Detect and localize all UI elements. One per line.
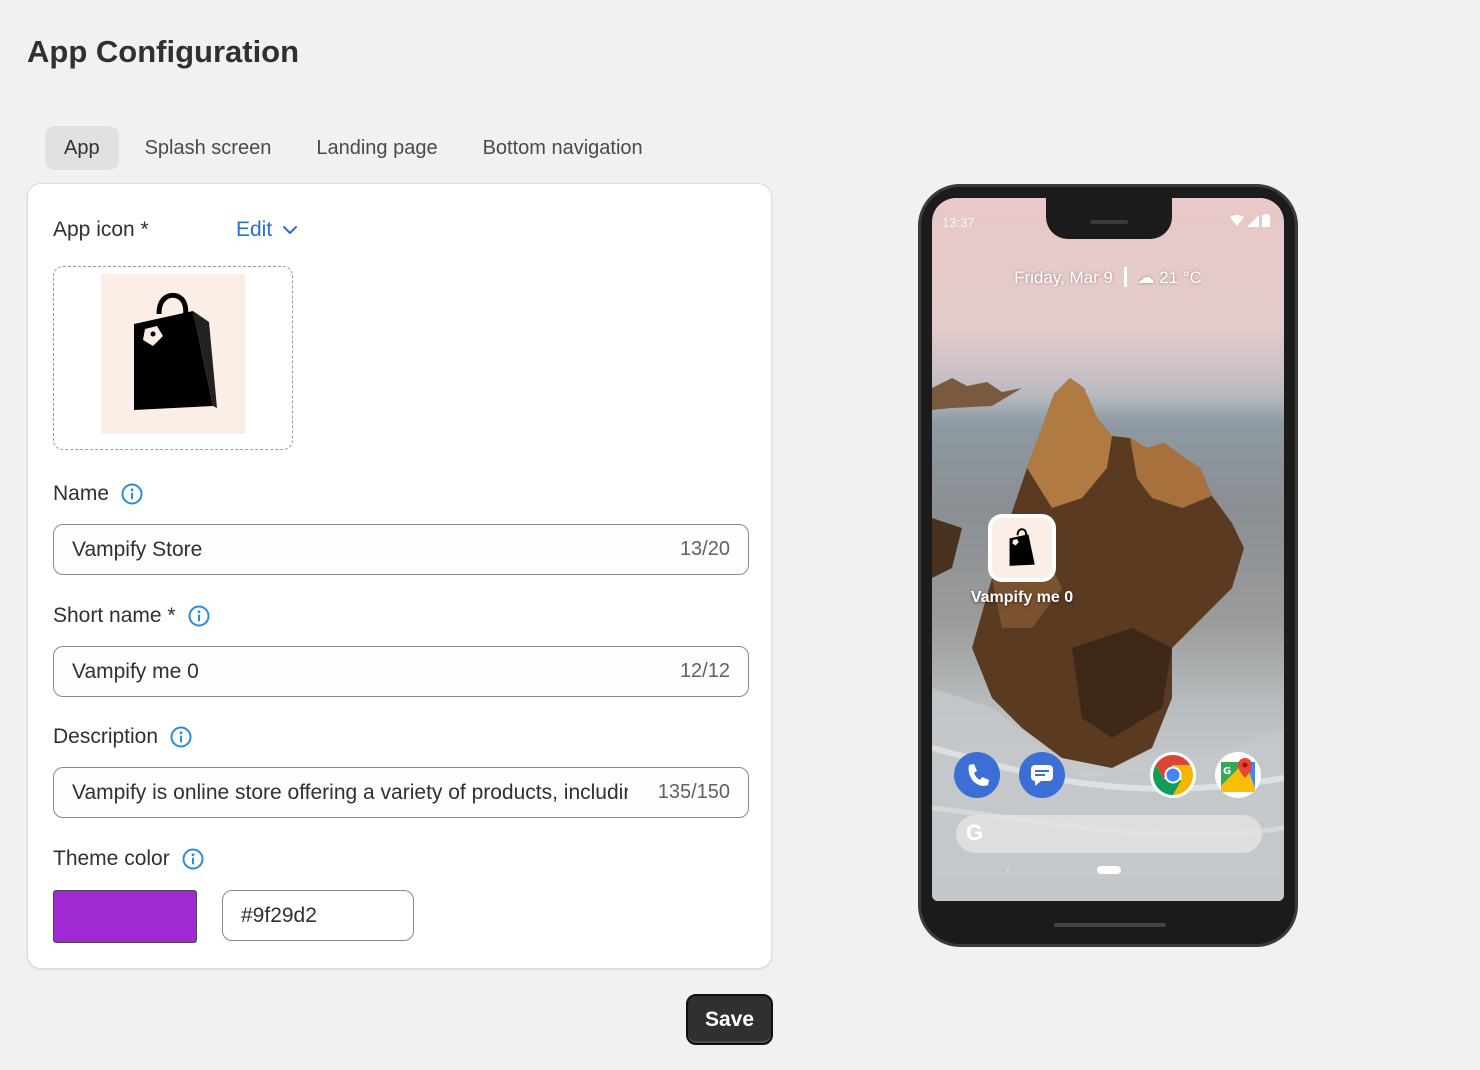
phone-icon[interactable] — [954, 752, 1000, 798]
theme-color-label-text: Theme color — [53, 847, 170, 870]
app-icon-dropzone[interactable] — [53, 266, 293, 450]
name-input[interactable] — [72, 525, 652, 574]
name-field[interactable]: 13/20 — [53, 524, 749, 575]
short-name-counter: 12/12 — [679, 660, 730, 682]
theme-color-swatch[interactable] — [53, 890, 197, 943]
phone-speaker — [1090, 220, 1128, 224]
temperature-text: 21 °C — [1159, 268, 1202, 287]
status-time: 13:37 — [942, 215, 975, 230]
description-counter: 135/150 — [657, 781, 730, 803]
wifi-icon — [1230, 215, 1244, 226]
phone-glyph — [968, 764, 989, 786]
tab-bar: App Splash screen Landing page Bottom na… — [45, 126, 669, 170]
short-name-label-text: Short name * — [53, 604, 176, 627]
chevron-down-icon — [283, 226, 298, 234]
info-icon[interactable] — [121, 483, 143, 505]
google-search-bar[interactable]: G — [956, 815, 1262, 853]
app-icon-label-text: App icon * — [53, 218, 149, 241]
name-label-text: Name — [53, 482, 110, 505]
maps-icon[interactable]: G — [1215, 752, 1261, 798]
battery-icon — [1262, 214, 1270, 227]
tab-bottom-navigation[interactable]: Bottom navigation — [464, 126, 662, 170]
description-input[interactable] — [72, 768, 628, 817]
tab-app[interactable]: App — [45, 126, 119, 170]
name-label: Name — [53, 482, 143, 506]
messages-icon[interactable] — [1019, 752, 1065, 798]
app-home-icon[interactable] — [988, 514, 1056, 582]
short-name-field[interactable]: 12/12 — [53, 646, 749, 697]
edit-label: Edit — [236, 218, 273, 241]
tab-splash-screen[interactable]: Splash screen — [126, 126, 291, 170]
cloud-icon: ☁ — [1137, 268, 1155, 287]
chrome-glyph — [1153, 755, 1193, 795]
short-name-input[interactable] — [72, 647, 652, 696]
description-label-text: Description — [53, 725, 159, 748]
info-icon[interactable] — [182, 848, 204, 870]
phone-notch — [1046, 198, 1172, 239]
svg-text:G: G — [1223, 766, 1231, 777]
phone-preview: 13:37 Friday, Mar 9 ☁ 21 °C Vampify me 0 — [918, 184, 1298, 947]
tab-landing-page[interactable]: Landing page — [297, 126, 456, 170]
date-text: Friday, Mar 9 — [1014, 268, 1113, 287]
description-label: Description — [53, 725, 192, 749]
theme-color-hex-input[interactable] — [241, 891, 401, 940]
app-home-icon-bg — [992, 518, 1052, 578]
theme-color-hex-field[interactable] — [222, 890, 414, 941]
chrome-icon[interactable] — [1150, 752, 1196, 798]
divider — [1123, 267, 1127, 287]
save-button[interactable]: Save — [686, 994, 773, 1045]
signal-icon — [1247, 215, 1259, 227]
description-field[interactable]: 135/150 — [53, 767, 749, 818]
theme-color-label: Theme color — [53, 847, 204, 871]
status-icons — [1230, 214, 1270, 227]
phone-screen: 13:37 Friday, Mar 9 ☁ 21 °C Vampify me 0 — [932, 198, 1284, 901]
date-weather-line: Friday, Mar 9 ☁ 21 °C — [932, 267, 1284, 288]
maps-glyph: G — [1221, 758, 1255, 792]
nav-home-pill[interactable] — [1097, 866, 1121, 874]
edit-icon-button[interactable]: Edit — [236, 218, 298, 242]
shopping-bag-icon — [1009, 528, 1035, 566]
shopping-bag-icon — [134, 292, 217, 410]
nav-back-icon[interactable]: ‹ — [1006, 861, 1011, 877]
app-home-label: Vampify me 0 — [970, 589, 1074, 606]
app-icon-label: App icon * — [53, 218, 149, 242]
page-title: App Configuration — [27, 34, 300, 69]
info-icon[interactable] — [188, 605, 210, 627]
google-g-icon: G — [966, 820, 984, 845]
phone-chin-speaker — [1054, 923, 1166, 927]
app-icon-preview — [101, 274, 245, 434]
name-counter: 13/20 — [679, 538, 730, 560]
short-name-label: Short name * — [53, 604, 210, 628]
info-icon[interactable] — [170, 726, 192, 748]
messages-glyph — [1031, 765, 1053, 786]
app-config-card: App icon * Edit Name 13/20 Sho — [27, 183, 772, 969]
